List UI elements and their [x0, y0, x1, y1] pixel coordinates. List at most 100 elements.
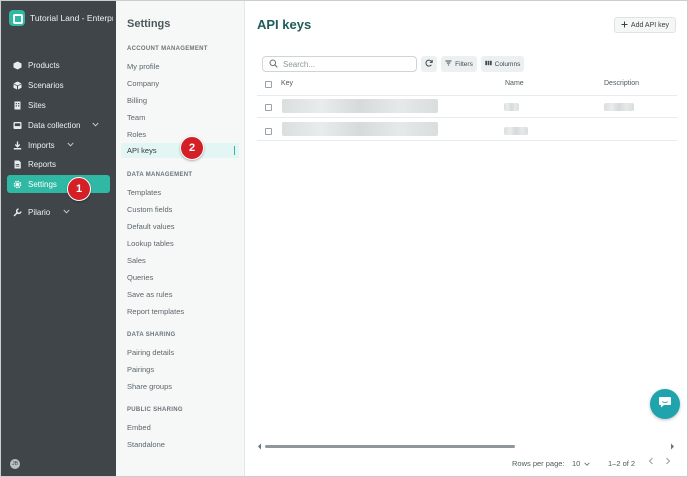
document-icon — [13, 160, 22, 169]
tenant-name: Tutorial Land - Enterpris — [30, 13, 113, 23]
pagination-range: 1–2 of 2 — [608, 459, 636, 468]
rows-per-page-label: Rows per page: — [512, 459, 565, 468]
chevron-down-icon — [92, 122, 99, 129]
main-sidebar: Tutorial Land - Enterpris Products Scena… — [1, 1, 116, 476]
settings-item-standalone[interactable]: Standalone — [127, 440, 165, 449]
app-window: Tutorial Land - Enterpris Products Scena… — [0, 0, 688, 477]
building-icon — [13, 101, 22, 110]
settings-item-templates[interactable]: Templates — [127, 188, 161, 197]
nav-label: Imports — [28, 140, 55, 150]
settings-item-label: API keys — [127, 146, 157, 155]
redacted-description — [604, 103, 634, 111]
column-header-description[interactable]: Description — [604, 80, 639, 87]
add-api-key-label: Add API key — [630, 21, 670, 29]
chat-support-button[interactable] — [650, 389, 680, 419]
settings-item-billing[interactable]: Billing — [127, 96, 147, 105]
section-heading-account-management: ACCOUNT MANAGEMENT — [127, 46, 208, 52]
tenant-switcher[interactable]: Tutorial Land - Enterpris — [9, 8, 113, 28]
cube-icon — [13, 81, 22, 90]
settings-item-report-templates[interactable]: Report templates — [127, 307, 184, 316]
nav-label: Pilario — [28, 207, 51, 217]
gear-icon — [13, 180, 22, 189]
scroll-right-icon[interactable] — [670, 443, 675, 452]
page-title: API keys — [257, 17, 312, 32]
section-heading-data-sharing: DATA SHARING — [127, 332, 176, 338]
section-heading-data-management: DATA MANAGEMENT — [127, 172, 193, 178]
nav-item-pilario[interactable]: Pilario — [7, 203, 110, 221]
step-badge-1: 1 — [67, 177, 91, 201]
row-divider — [257, 140, 677, 141]
scrollbar-thumb[interactable] — [265, 445, 515, 448]
settings-item-pairing-details[interactable]: Pairing details — [127, 348, 174, 357]
rows-per-page-select[interactable]: 10 — [572, 459, 591, 468]
step-badge-2: 2 — [180, 136, 204, 160]
row-checkbox[interactable] — [265, 104, 272, 111]
refresh-icon — [425, 59, 433, 69]
chevron-down-icon — [63, 209, 70, 216]
inbox-icon — [13, 121, 22, 130]
main-content: API keys Add API key Search... Filters C… — [245, 1, 687, 476]
next-page-icon[interactable] — [665, 457, 671, 468]
filters-button[interactable]: Filters — [441, 56, 477, 72]
add-api-key-button[interactable]: Add API key — [614, 17, 676, 33]
nav-item-scenarios[interactable]: Scenarios — [7, 76, 110, 94]
settings-item-my-profile[interactable]: My profile — [127, 62, 160, 71]
redacted-name — [504, 103, 519, 111]
avatar[interactable]: JB — [10, 459, 20, 469]
settings-item-team[interactable]: Team — [127, 113, 145, 122]
redacted-key — [282, 122, 438, 136]
settings-item-save-as-rules[interactable]: Save as rules — [127, 290, 172, 299]
settings-item-pairings[interactable]: Pairings — [127, 365, 154, 374]
columns-icon — [484, 60, 492, 68]
scroll-left-icon[interactable] — [257, 443, 262, 452]
nav-label: Reports — [28, 159, 57, 169]
select-all-checkbox[interactable] — [265, 81, 272, 88]
settings-item-lookup-tables[interactable]: Lookup tables — [127, 239, 174, 248]
nav-item-sites[interactable]: Sites — [7, 96, 110, 114]
nav-item-products[interactable]: Products — [7, 56, 110, 74]
filters-label: Filters — [455, 60, 473, 68]
search-icon — [269, 59, 283, 70]
download-icon — [13, 141, 22, 150]
section-heading-public-sharing: PUBLIC SHARING — [127, 407, 183, 413]
nav-label: Data collection — [28, 120, 81, 130]
plus-icon — [621, 21, 628, 30]
nav-label: Products — [28, 60, 60, 70]
row-checkbox[interactable] — [265, 128, 272, 135]
previous-page-icon[interactable] — [648, 457, 654, 468]
column-header-key[interactable]: Key — [281, 80, 293, 87]
nav-item-reports[interactable]: Reports — [7, 155, 110, 173]
columns-button[interactable]: Columns — [481, 56, 524, 72]
chevron-down-icon — [67, 142, 74, 149]
rows-per-page-value: 10 — [572, 459, 581, 468]
row-divider — [257, 117, 677, 118]
settings-item-embed[interactable]: Embed — [127, 423, 151, 432]
nav-item-imports[interactable]: Imports — [7, 136, 110, 154]
nav-label: Sites — [28, 100, 46, 110]
settings-item-roles[interactable]: Roles — [127, 130, 146, 139]
redacted-key — [282, 99, 438, 113]
column-header-name[interactable]: Name — [505, 80, 524, 87]
app-logo-icon — [9, 10, 25, 26]
chat-icon — [658, 395, 672, 414]
search-input[interactable]: Search... — [262, 56, 417, 72]
refresh-button[interactable] — [421, 56, 437, 72]
settings-item-default-values[interactable]: Default values — [127, 222, 175, 231]
nav-item-data-collection[interactable]: Data collection — [7, 116, 110, 134]
filter-icon — [445, 60, 452, 68]
wrench-icon — [13, 207, 22, 217]
chevron-down-icon — [584, 459, 591, 468]
settings-item-sales[interactable]: Sales — [127, 256, 146, 265]
settings-sidebar: Settings ACCOUNT MANAGEMENT My profile C… — [116, 1, 245, 476]
nav-label: Settings — [28, 179, 57, 189]
horizontal-scrollbar[interactable] — [257, 443, 677, 450]
settings-item-company[interactable]: Company — [127, 79, 159, 88]
nav-label: Scenarios — [28, 80, 64, 90]
settings-item-queries[interactable]: Queries — [127, 273, 153, 282]
box-icon — [13, 61, 22, 70]
redacted-name — [504, 127, 528, 135]
settings-item-custom-fields[interactable]: Custom fields — [127, 205, 172, 214]
settings-item-share-groups[interactable]: Share groups — [127, 382, 172, 391]
search-placeholder: Search... — [283, 59, 316, 69]
nav-item-settings[interactable]: Settings — [7, 175, 110, 193]
